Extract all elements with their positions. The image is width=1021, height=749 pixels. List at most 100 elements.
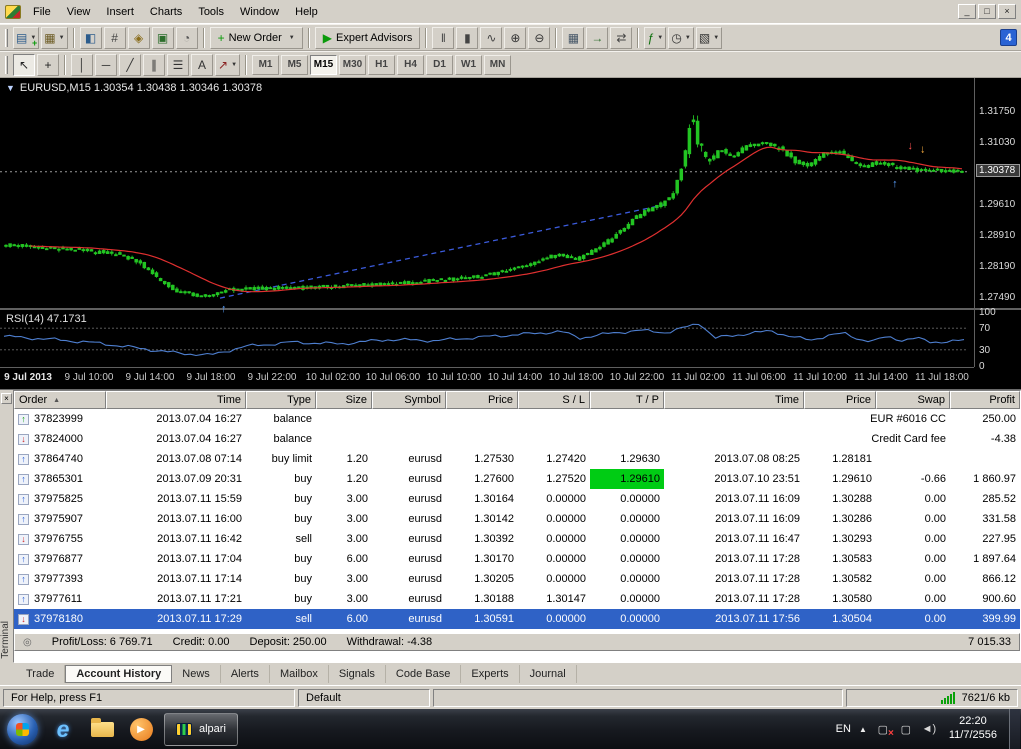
periods-list-button[interactable]: ◷▼ [668,27,693,49]
price-chart[interactable]: ↑↑↓↓ [0,78,1021,390]
period-mn[interactable]: MN [484,55,511,75]
history-row[interactable]: ↓379781802013.07.11 17:29sell6.00eurusd1… [14,609,1020,629]
history-row[interactable]: ↑379776112013.07.11 17:21buy3.00eurusd1.… [14,589,1020,609]
column-header-t-p[interactable]: T / P [590,391,664,409]
history-row[interactable]: ↑378653012013.07.09 20:31buy1.20eurusd1.… [14,469,1020,489]
market-watch-button[interactable]: ◧ [80,27,102,49]
history-row[interactable]: ↑378239992013.07.04 16:27balanceEUR #601… [14,409,1020,429]
tab-news[interactable]: News [172,665,221,683]
menu-tools[interactable]: Tools [190,3,232,21]
indicators-button[interactable]: ƒ▼ [644,27,666,49]
tray-volume-icon[interactable]: ◄) [921,722,937,737]
column-header-s-l[interactable]: S / L [518,391,590,409]
strategy-tester-button[interactable]: ◔ [176,27,198,49]
status-profile[interactable]: Default [298,689,430,707]
zoom-out-button[interactable]: ⊖ [528,27,550,49]
explorer-folder-icon[interactable] [84,711,120,747]
start-button[interactable] [2,709,42,749]
history-row[interactable]: ↑379759072013.07.11 16:00buy3.00eurusd1.… [14,509,1020,529]
bar-chart-button[interactable]: ‖ [432,27,454,49]
column-header-price[interactable]: Price [446,391,518,409]
column-header-order[interactable]: Order▲ [14,391,106,409]
history-row[interactable]: ↑378647402013.07.08 07:14buy limit1.20eu… [14,449,1020,469]
taskbar-clock[interactable]: 22:20 11/7/2556 [949,715,997,743]
new-order-button[interactable]: +New Order▼ [210,27,303,49]
navigator-button[interactable]: ◈ [128,27,150,49]
menu-window[interactable]: Window [232,3,287,21]
column-header-symbol[interactable]: Symbol [372,391,446,409]
menu-view[interactable]: View [59,3,99,21]
text-button[interactable]: A [191,54,213,76]
history-row[interactable]: ↑379758252013.07.11 15:59buy3.00eurusd1.… [14,489,1020,509]
terminal-button[interactable]: ▣ [152,27,174,49]
column-header-type[interactable]: Type [246,391,316,409]
period-m15[interactable]: M15 [310,55,337,75]
column-header-profit[interactable]: Profit [950,391,1020,409]
vertical-line-button[interactable]: │ [71,54,93,76]
period-h1[interactable]: H1 [368,55,395,75]
tab-account-history[interactable]: Account History [65,665,172,683]
show-desktop-button[interactable] [1009,709,1020,749]
media-player-icon[interactable]: ▶ [123,711,159,747]
tab-alerts[interactable]: Alerts [221,665,270,683]
taskbar-app-alpari[interactable]: alpari [164,713,238,746]
menu-insert[interactable]: Insert [98,3,142,21]
history-row[interactable]: ↓379767552013.07.11 16:42sell3.00eurusd1… [14,529,1020,549]
menu-charts[interactable]: Charts [142,3,190,21]
close-button[interactable]: × [998,4,1016,19]
menu-file[interactable]: File [25,3,59,21]
profiles-button[interactable]: ▦▼ [41,27,67,49]
column-header-swap[interactable]: Swap [876,391,950,409]
templates-button[interactable]: ▧▼ [696,27,722,49]
toolbar-grip[interactable] [5,56,8,74]
fibonacci-button[interactable]: ☰ [167,54,189,76]
horizontal-line-button[interactable]: ─ [95,54,117,76]
period-h4[interactable]: H4 [397,55,424,75]
tab-trade[interactable]: Trade [16,665,65,683]
period-m30[interactable]: M30 [339,55,366,75]
arrows-button[interactable]: ↗▼ [215,54,240,76]
mt4-notification-badge[interactable]: 4 [1000,29,1017,46]
auto-scroll-button[interactable]: → [586,27,608,49]
maximize-button[interactable]: □ [978,4,996,19]
internet-explorer-icon[interactable]: e [45,711,81,747]
cursor-button[interactable]: ↖ [13,54,35,76]
language-indicator[interactable]: EN [836,723,851,735]
terminal-close-button[interactable]: × [1,393,12,404]
period-w1[interactable]: W1 [455,55,482,75]
app-icon[interactable] [5,5,21,19]
chart-window[interactable]: ↑↑↓↓ ▼ EURUSD,M15 1.30354 1.30438 1.3034… [0,78,1021,390]
tab-mailbox[interactable]: Mailbox [270,665,329,683]
new-chart-button[interactable]: ▤+▼ [13,27,39,49]
period-m5[interactable]: M5 [281,55,308,75]
price-scale[interactable]: 1.30378 1.317501.310301.296101.289101.28… [974,78,1021,367]
column-header-size[interactable]: Size [316,391,372,409]
toolbar-grip[interactable] [5,29,8,47]
crosshair-button[interactable]: + [37,54,59,76]
time-axis[interactable]: 9 Jul 20139 Jul 10:009 Jul 14:009 Jul 18… [0,367,974,389]
history-row[interactable]: ↓378240002013.07.04 16:27balanceCredit C… [14,429,1020,449]
tray-display-icon[interactable]: ▢ [898,722,914,737]
tile-windows-button[interactable]: ▦ [562,27,584,49]
history-row[interactable]: ↑379768772013.07.11 17:04buy6.00eurusd1.… [14,549,1020,569]
tab-signals[interactable]: Signals [329,665,386,683]
column-header-time[interactable]: Time [664,391,804,409]
trendline-button[interactable]: ╱ [119,54,141,76]
line-chart-button[interactable]: ∿ [480,27,502,49]
tab-experts[interactable]: Experts [461,665,519,683]
chart-shift-button[interactable]: ⇄ [610,27,632,49]
period-d1[interactable]: D1 [426,55,453,75]
expert-advisors-button[interactable]: ▶Expert Advisors [315,27,421,49]
menu-help[interactable]: Help [287,3,326,21]
tray-network-error-icon[interactable]: ▢× [875,722,891,737]
candlestick-button[interactable]: ▮ [456,27,478,49]
zoom-in-button[interactable]: ⊕ [504,27,526,49]
tab-code-base[interactable]: Code Base [386,665,461,683]
equidistant-channel-button[interactable]: ∥ [143,54,165,76]
tab-journal[interactable]: Journal [520,665,577,683]
hidden-icons-chevron[interactable]: ▲ [859,725,867,734]
column-header-time[interactable]: Time [106,391,246,409]
column-header-price[interactable]: Price [804,391,876,409]
minimize-button[interactable]: _ [958,4,976,19]
history-row[interactable]: ↑379773932013.07.11 17:14buy3.00eurusd1.… [14,569,1020,589]
